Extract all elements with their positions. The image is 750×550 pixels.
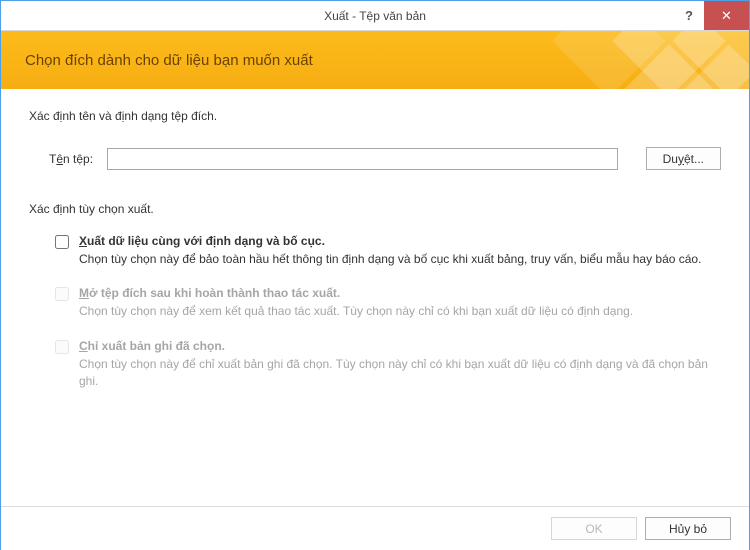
dialog-content: Xác định tên và định dạng tệp đích. Tên …: [1, 89, 749, 419]
options-label: Xác định tùy chọn xuất.: [29, 202, 721, 216]
option-open-after: Mở tệp đích sau khi hoàn thành thao tác …: [55, 286, 721, 320]
close-button[interactable]: ✕: [704, 1, 749, 30]
titlebar: Xuất - Tệp văn bản ? ✕: [1, 1, 749, 31]
banner: Chọn đích dành cho dữ liệu bạn muốn xuất: [1, 31, 749, 89]
option-open-after-checkbox: [55, 287, 69, 301]
option-desc: Chọn tùy chọn này để xem kết quả thao tá…: [79, 303, 721, 320]
option-title: Xuất dữ liệu cùng với định dạng và bố cụ…: [79, 234, 721, 248]
options-group: Xuất dữ liệu cùng với định dạng và bố cụ…: [29, 234, 721, 391]
filename-row: Tên tệp: Duyệt...: [29, 147, 721, 170]
window-title: Xuất - Tệp văn bản: [1, 9, 749, 23]
option-title: Mở tệp đích sau khi hoàn thành thao tác …: [79, 286, 721, 300]
window-controls: ? ✕: [674, 1, 749, 30]
instructions: Xác định tên và định dạng tệp đích.: [29, 109, 721, 123]
browse-button[interactable]: Duyệt...: [646, 147, 721, 170]
ok-button: OK: [551, 517, 637, 540]
banner-decoration: [569, 31, 749, 89]
option-selected-only-checkbox: [55, 340, 69, 354]
help-button[interactable]: ?: [674, 1, 704, 30]
option-title: Chỉ xuất bản ghi đã chọn.: [79, 339, 721, 353]
dialog-footer: OK Hủy bỏ: [1, 506, 749, 550]
option-export-formatting: Xuất dữ liệu cùng với định dạng và bố cụ…: [55, 234, 721, 268]
option-desc: Chọn tùy chọn này để chỉ xuất bản ghi đã…: [79, 356, 721, 391]
option-selected-only: Chỉ xuất bản ghi đã chọn. Chọn tùy chọn …: [55, 339, 721, 391]
option-export-formatting-checkbox[interactable]: [55, 235, 69, 249]
option-desc: Chọn tùy chọn này để bảo toàn hầu hết th…: [79, 251, 721, 268]
banner-title: Chọn đích dành cho dữ liệu bạn muốn xuất: [25, 52, 313, 69]
filename-label: Tên tệp:: [49, 152, 101, 166]
cancel-button[interactable]: Hủy bỏ: [645, 517, 731, 540]
filename-input[interactable]: [107, 148, 618, 170]
